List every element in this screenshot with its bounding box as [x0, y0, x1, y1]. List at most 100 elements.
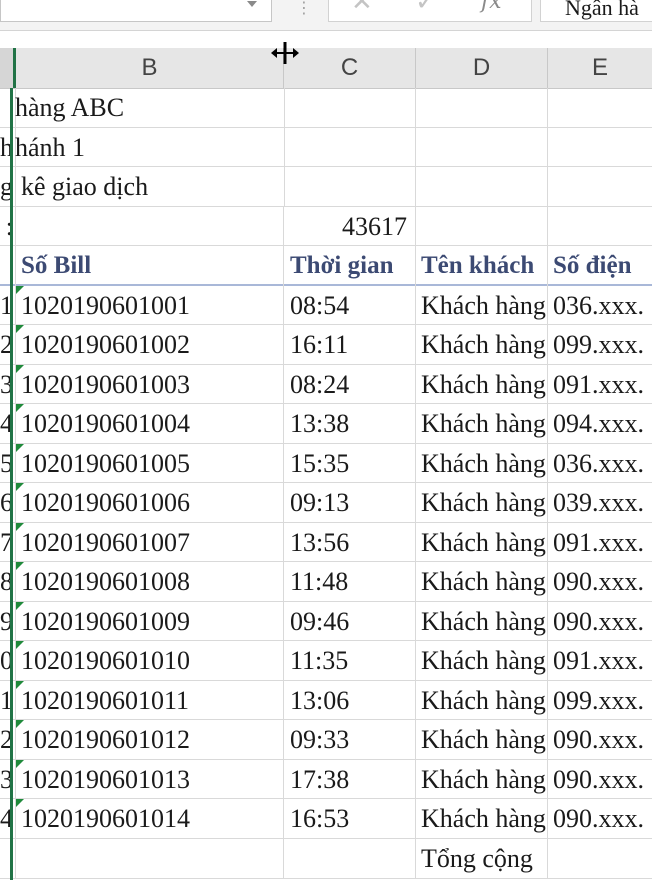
header-customer[interactable]: Tên khách: [416, 246, 548, 286]
customer-name-cell[interactable]: Khách hàng: [416, 601, 548, 641]
customer-name-cell[interactable]: Khách hàng: [416, 641, 548, 681]
insert-function-button[interactable]: fx: [481, 0, 502, 14]
customer-name-cell[interactable]: Khách hàng: [416, 522, 548, 562]
time-cell[interactable]: 11:48: [284, 562, 416, 602]
table-row: 9 1020190601009 09:46 Khách hàng 090.xxx.: [0, 601, 652, 642]
customer-name-cell[interactable]: Khách hàng: [416, 443, 548, 483]
customer-name-cell[interactable]: Khách hàng: [416, 680, 548, 720]
time-cell[interactable]: 09:33: [284, 720, 416, 760]
formula-input[interactable]: Ngân hà: [540, 0, 652, 22]
branch-name-cell[interactable]: hánh 1: [10, 128, 278, 168]
header-phone[interactable]: Số điện: [548, 246, 652, 286]
table-row: 1 1020190601001 08:54 Khách hàng 036.xxx.: [0, 285, 652, 326]
cell-e[interactable]: [548, 167, 652, 207]
table-row: 5 1020190601005 15:35 Khách hàng 036.xxx.: [0, 443, 652, 484]
time-cell[interactable]: 17:38: [284, 759, 416, 799]
column-a-selection-border: [10, 88, 16, 880]
worksheet-grid[interactable]: hàng ABC h hánh 1 g kê giao dịch : 43617…: [0, 88, 652, 880]
customer-name-cell[interactable]: Khách hàng: [416, 799, 548, 839]
bill-number-cell[interactable]: 1020190601001: [16, 285, 284, 325]
cell-e[interactable]: [548, 128, 652, 168]
checkmark-icon[interactable]: ✓: [415, 0, 437, 17]
customer-name-cell[interactable]: Khách hàng: [416, 720, 548, 760]
phone-cell[interactable]: 091.xxx.: [548, 523, 652, 563]
bill-number-cell[interactable]: 1020190601010: [16, 641, 284, 681]
close-icon[interactable]: ✕: [351, 0, 373, 17]
phone-cell[interactable]: 090.xxx.: [548, 720, 652, 760]
phone-cell[interactable]: 091.xxx.: [548, 641, 652, 681]
time-cell[interactable]: 16:53: [284, 799, 416, 839]
cell-c[interactable]: [284, 127, 416, 167]
phone-cell[interactable]: 090.xxx.: [548, 799, 652, 839]
cell-c[interactable]: [284, 167, 416, 207]
customer-name-cell[interactable]: Khách hàng: [416, 759, 548, 799]
name-box[interactable]: [0, 0, 272, 22]
bill-number-cell[interactable]: 1020190601014: [16, 799, 284, 839]
chevron-down-icon[interactable]: [247, 1, 257, 7]
phone-cell[interactable]: 090.xxx.: [548, 760, 652, 800]
bill-number-cell[interactable]: 1020190601002: [16, 325, 284, 365]
time-cell[interactable]: 08:24: [284, 364, 416, 404]
bill-number-cell[interactable]: 1020190601004: [16, 404, 284, 444]
phone-cell[interactable]: 036.xxx.: [548, 286, 652, 326]
phone-cell[interactable]: 099.xxx.: [548, 681, 652, 721]
phone-cell[interactable]: 094.xxx.: [548, 404, 652, 444]
date-value-cell[interactable]: 43617: [284, 206, 416, 246]
phone-cell[interactable]: 099.xxx.: [548, 325, 652, 365]
bill-number-cell[interactable]: 1020190601006: [16, 483, 284, 523]
formula-bar: ⋮ ✕ ✓ fx Ngân hà: [0, 0, 652, 31]
time-cell[interactable]: 13:56: [284, 522, 416, 562]
bank-name-cell[interactable]: hàng ABC: [10, 88, 278, 128]
cell-c[interactable]: [284, 88, 416, 128]
cell-e[interactable]: [548, 88, 652, 128]
customer-name-cell[interactable]: Khách hàng: [416, 404, 548, 444]
customer-name-cell[interactable]: Khách hàng: [416, 562, 548, 602]
time-cell[interactable]: 15:35: [284, 443, 416, 483]
phone-cell[interactable]: 091.xxx.: [548, 365, 652, 405]
cell-b[interactable]: [16, 206, 284, 246]
time-cell[interactable]: 16:11: [284, 325, 416, 365]
time-cell[interactable]: 13:38: [284, 404, 416, 444]
bill-number-cell[interactable]: 1020190601013: [16, 759, 284, 799]
customer-name-cell[interactable]: Khách hàng: [416, 285, 548, 325]
bill-number-cell[interactable]: 1020190601009: [16, 601, 284, 641]
cell-b[interactable]: [16, 839, 284, 879]
cell-d[interactable]: [416, 167, 548, 207]
time-cell[interactable]: 08:54: [284, 285, 416, 325]
bill-number-cell[interactable]: 1020190601007: [16, 522, 284, 562]
phone-cell[interactable]: 090.xxx.: [548, 602, 652, 642]
column-header-e[interactable]: E: [548, 48, 652, 88]
cell-e[interactable]: [548, 839, 652, 879]
header-bill[interactable]: Số Bill: [16, 246, 284, 286]
customer-name-cell[interactable]: Khách hàng: [416, 364, 548, 404]
column-header-b[interactable]: B: [16, 48, 284, 88]
phone-cell[interactable]: 039.xxx.: [548, 483, 652, 523]
table-row: 4 1020190601014 16:53 Khách hàng 090.xxx.: [0, 799, 652, 839]
cell-d[interactable]: [416, 127, 548, 167]
table-row: 8 1020190601008 11:48 Khách hàng 090.xxx.: [0, 562, 652, 602]
column-header-d[interactable]: D: [416, 48, 548, 88]
phone-cell[interactable]: 090.xxx.: [548, 562, 652, 602]
cell-d[interactable]: [416, 88, 548, 128]
report-title-cell[interactable]: kê giao dịch: [16, 167, 284, 207]
bill-number-cell[interactable]: 1020190601011: [16, 680, 284, 720]
time-cell[interactable]: 09:13: [284, 483, 416, 523]
column-header-c[interactable]: C: [284, 48, 416, 88]
cell-e[interactable]: [548, 207, 652, 247]
formula-bar-grip-icon[interactable]: ⋮: [296, 0, 312, 17]
bill-number-cell[interactable]: 1020190601003: [16, 364, 284, 404]
time-cell[interactable]: 13:06: [284, 680, 416, 720]
time-cell[interactable]: 09:46: [284, 601, 416, 641]
bill-number-cell[interactable]: 1020190601012: [16, 720, 284, 760]
cell-c[interactable]: [284, 839, 416, 879]
time-cell[interactable]: 11:35: [284, 641, 416, 681]
header-time[interactable]: Thời gian: [284, 246, 416, 286]
column-header-a[interactable]: [0, 48, 16, 88]
bill-number-cell[interactable]: 1020190601008: [16, 562, 284, 602]
bill-number-cell[interactable]: 1020190601005: [16, 443, 284, 483]
customer-name-cell[interactable]: Khách hàng: [416, 483, 548, 523]
cell-d[interactable]: [416, 206, 548, 246]
customer-name-cell[interactable]: Khách hàng: [416, 325, 548, 365]
phone-cell[interactable]: 036.xxx.: [548, 444, 652, 484]
total-label-cell[interactable]: Tổng cộng: [416, 839, 548, 879]
